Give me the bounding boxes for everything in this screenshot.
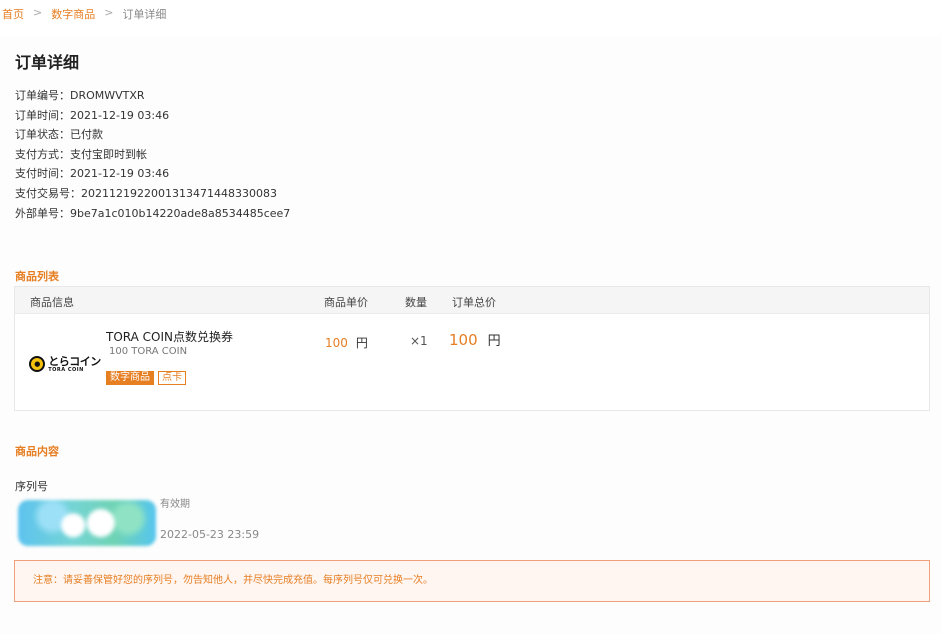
page-title: 订单详细	[15, 53, 80, 72]
serial-number-redacted	[18, 500, 156, 546]
tag-point-card: 点卡	[158, 371, 186, 385]
notice-box: 注意：请妥善保管好您的序列号，勿告知他人，并尽快完成充值。每序列号仅可兑换一次。	[14, 560, 930, 602]
valid-until-date: 2022-05-23 23:59	[160, 528, 260, 541]
external-number-row: 外部单号：9be7a1c010b14220ade8a8534485cee7	[15, 206, 291, 220]
goods-table-header: 商品信息 商品单价 数量 订单总价	[15, 287, 929, 314]
quantity: ×1	[410, 334, 428, 348]
product-tags: 数字商品 点卡	[106, 371, 186, 385]
breadcrumb-current: 订单详细	[122, 8, 167, 21]
payment-method-row: 支付方式：支付宝即时到帐	[15, 147, 147, 161]
column-header-info: 商品信息	[30, 296, 74, 309]
transaction-number-row: 支付交易号：2021121922001313471448330083	[15, 186, 277, 200]
unit-price: 100 円	[325, 336, 368, 350]
column-header-total: 订单总价	[452, 296, 496, 309]
valid-until-label: 有效期	[160, 499, 190, 510]
goods-table: 商品信息 商品单价 数量 订单总价 ● とらコイン TORA COIN TORA…	[14, 286, 930, 411]
order-time-row: 订单时间：2021-12-19 03:46	[15, 108, 170, 122]
content-section-title: 商品内容	[15, 445, 59, 458]
order-status-row: 订单状态：已付款	[15, 128, 103, 142]
product-name[interactable]: TORA COIN点数兑换券	[106, 328, 233, 345]
breadcrumb: 首页 > 数字商品 > 订单详细	[2, 6, 166, 22]
logo-main-text: とらコイン	[48, 354, 101, 368]
coin-icon: ●	[29, 356, 46, 372]
product-subtitle: 100 TORA COIN	[109, 346, 188, 357]
tora-coin-logo: ● とらコイン TORA COIN	[29, 356, 101, 373]
breadcrumb-home-link[interactable]: 首页	[2, 6, 24, 22]
payment-time-row: 支付时间：2021-12-19 03:46	[15, 167, 170, 181]
column-header-price: 商品单价	[324, 296, 368, 309]
tag-digital-goods: 数字商品	[106, 371, 154, 385]
breadcrumb-category-link[interactable]: 数字商品	[51, 6, 95, 22]
column-header-qty: 数量	[405, 296, 427, 309]
product-thumbnail[interactable]: ● とらコイン TORA COIN	[23, 322, 107, 406]
order-number-row: 订单编号：DROMWVTXR	[15, 89, 145, 102]
breadcrumb-separator: >	[104, 6, 114, 19]
goods-section-title: 商品列表	[15, 270, 59, 283]
order-total: 100 円	[449, 331, 501, 349]
table-row: ● とらコイン TORA COIN TORA COIN点数兑换券 100 TOR…	[15, 314, 929, 410]
page: 首页 > 数字商品 > 订单详细 订单详细 订单编号：DROMWVTXR 订单时…	[0, 0, 942, 634]
breadcrumb-separator: >	[33, 6, 43, 19]
order-info-list: 订单编号：DROMWVTXR 订单时间：2021-12-19 03:46 订单状…	[15, 86, 290, 223]
serial-label: 序列号	[15, 480, 48, 493]
logo-sub-text: TORA COIN	[48, 366, 84, 373]
